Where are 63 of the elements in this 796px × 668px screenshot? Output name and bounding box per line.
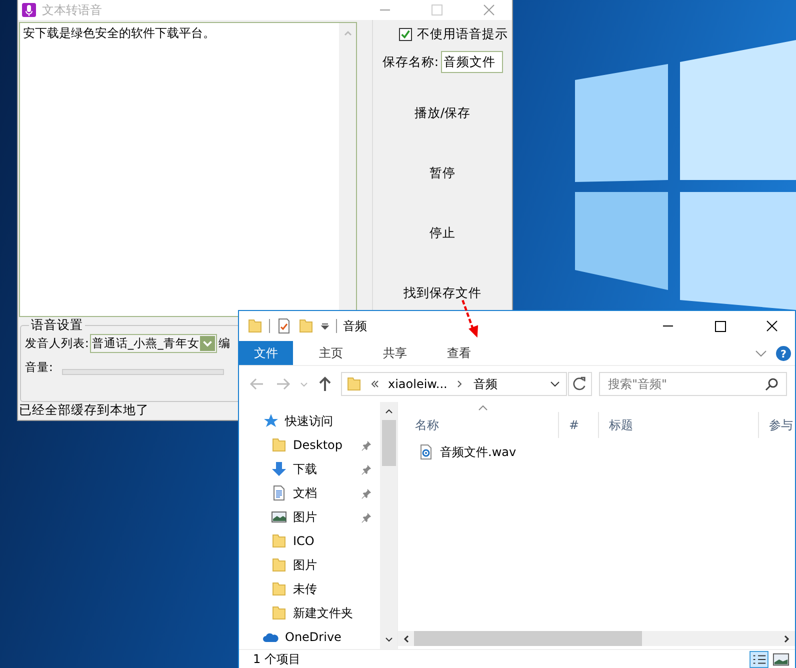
- nav-item[interactable]: 新建文件夹: [293, 604, 353, 622]
- folder-icon: [271, 533, 287, 549]
- breadcrumb-item[interactable]: xiaoleiw...: [388, 377, 448, 391]
- pin-icon[interactable]: [361, 488, 372, 498]
- field-label: 保存名称:: [382, 54, 439, 70]
- scrollbar-thumb[interactable]: [414, 631, 642, 646]
- microphone-icon: [22, 3, 36, 17]
- star-icon: [263, 413, 279, 429]
- refresh-button[interactable]: [567, 372, 593, 396]
- column-header[interactable]: 标题: [599, 412, 759, 438]
- search-field[interactable]: 搜索"音频": [599, 372, 787, 396]
- checkbox-label: 不使用语音提示: [417, 26, 508, 43]
- address-bar[interactable]: xiaoleiw... 音频: [341, 372, 567, 396]
- dropdown-arrow-icon[interactable]: [320, 321, 330, 331]
- details-view-icon[interactable]: [749, 650, 769, 668]
- checkbox[interactable]: [399, 28, 412, 41]
- nav-item[interactable]: Desktop: [293, 438, 342, 452]
- nav-item[interactable]: 未传: [293, 580, 317, 598]
- field-label: 编: [218, 336, 230, 352]
- down-arrow-icon: [271, 461, 287, 477]
- scroll-right-icon[interactable]: [782, 634, 792, 644]
- folder-icon: [346, 376, 362, 392]
- nav-item[interactable]: OneDrive: [285, 630, 342, 644]
- column-header[interactable]: 参与: [759, 412, 795, 438]
- folder-icon: [271, 557, 287, 573]
- field-label: 发音人列表:: [25, 336, 89, 352]
- properties-icon[interactable]: [276, 318, 292, 334]
- file-name[interactable]: 音频文件.wav: [440, 444, 516, 460]
- window-title: 音频: [343, 318, 367, 334]
- nav-item[interactable]: 图片: [293, 508, 317, 526]
- breadcrumb-item[interactable]: 音频: [473, 376, 498, 392]
- scrollbar-thumb[interactable]: [382, 420, 396, 466]
- picture-icon: [271, 509, 287, 525]
- text-area[interactable]: 安下载是绿色安全的软件下载平台。: [19, 22, 357, 318]
- field-label: 音量:: [25, 360, 53, 375]
- column-header[interactable]: 名称: [398, 412, 559, 438]
- text-content: 安下载是绿色安全的软件下载平台。: [22, 25, 216, 42]
- nav-item[interactable]: 下载: [293, 460, 317, 478]
- nav-item[interactable]: 图片: [293, 556, 317, 574]
- input-field[interactable]: 音频文件: [440, 51, 503, 73]
- nav-item[interactable]: 快速访问: [285, 412, 333, 430]
- search-icon: [765, 377, 779, 391]
- thumbnail-view-icon[interactable]: [771, 650, 791, 668]
- nav-item[interactable]: 文档: [293, 484, 317, 502]
- audio-file-icon: [418, 444, 434, 460]
- column-header[interactable]: #: [559, 412, 599, 438]
- pin-icon[interactable]: [361, 512, 372, 522]
- status-text: 已经全部缓存到本地了: [19, 402, 149, 419]
- folder-icon: [271, 437, 287, 453]
- overflow-chevron-icon[interactable]: [370, 379, 380, 389]
- pin-icon[interactable]: [361, 440, 372, 450]
- nav-item[interactable]: ICO: [293, 534, 314, 548]
- dropdown[interactable]: 普通话_小燕_青年女: [90, 334, 218, 354]
- document-icon: [271, 485, 287, 501]
- window-title: 文本转语音: [42, 2, 102, 18]
- folder-icon: [271, 605, 287, 621]
- status-text: 1 个项目: [253, 650, 300, 668]
- scroll-left-icon[interactable]: [401, 634, 411, 644]
- folder-icon: [271, 581, 287, 597]
- help-icon[interactable]: ?: [776, 346, 791, 360]
- sort-caret-icon: [478, 405, 488, 411]
- pin-icon[interactable]: [361, 464, 372, 474]
- ribbon-tab[interactable]: 文件: [239, 341, 293, 365]
